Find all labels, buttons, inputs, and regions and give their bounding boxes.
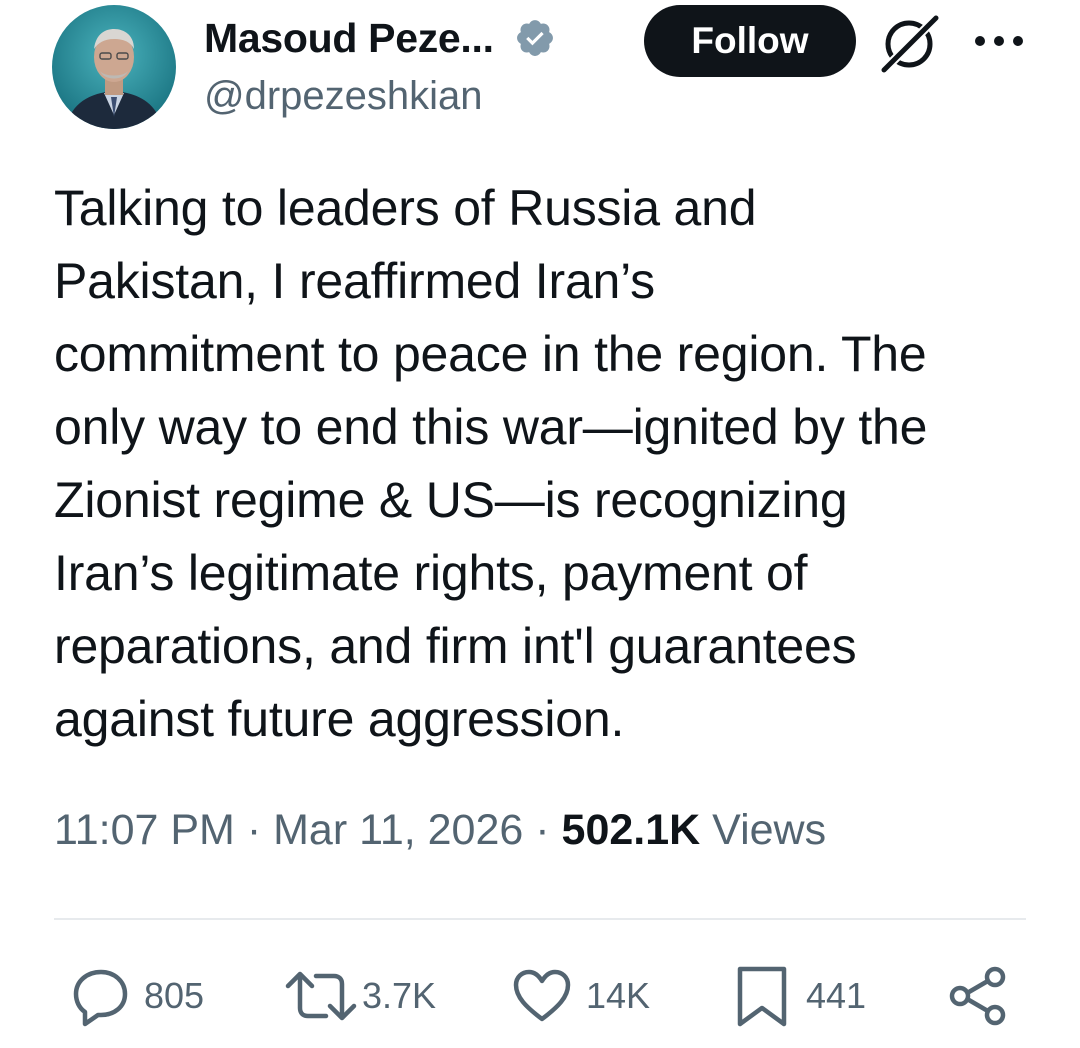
meta-separator: ·: [535, 806, 550, 854]
like-count: 14K: [586, 975, 651, 1016]
verified-badge-icon: [514, 17, 556, 59]
name-row: Masoud Peze...: [204, 10, 556, 66]
user-handle[interactable]: @drpezeshkian: [204, 74, 483, 119]
tweet-header: Masoud Peze... @drpezeshkian Follow: [0, 0, 1080, 150]
tweet-time[interactable]: 11:07 PM: [54, 806, 235, 854]
share-button[interactable]: [946, 960, 1010, 1032]
action-bar: 805 3.7K 14K 441: [0, 960, 1080, 1032]
tweet-meta: 11:07 PM · Mar 11, 2026 · 502.1K Views: [54, 806, 826, 855]
avatar[interactable]: [52, 5, 176, 129]
meta-separator: ·: [246, 806, 262, 854]
more-options-icon[interactable]: [968, 26, 1030, 56]
heart-icon: [513, 969, 571, 1022]
views-label: Views: [712, 806, 827, 854]
reply-icon: [73, 969, 128, 1027]
like-button[interactable]: 14K: [510, 960, 650, 1032]
views-count[interactable]: 502.1K: [562, 806, 701, 854]
grok-icon[interactable]: [878, 12, 942, 75]
follow-button[interactable]: Follow: [644, 5, 856, 77]
reply-count: 805: [144, 975, 205, 1016]
divider: [54, 918, 1026, 920]
share-icon: [949, 966, 1006, 1026]
tweet-date[interactable]: Mar 11, 2026: [273, 806, 523, 854]
bookmark-button[interactable]: 441: [730, 960, 866, 1032]
tweet-text: Talking to leaders of Russia and Pakista…: [54, 180, 928, 747]
repost-count: 3.7K: [362, 975, 437, 1016]
display-name[interactable]: Masoud Peze...: [204, 15, 494, 62]
bookmark-icon: [737, 966, 787, 1027]
repost-icon: [285, 971, 357, 1021]
reply-button[interactable]: 805: [68, 960, 204, 1032]
repost-button[interactable]: 3.7K: [284, 960, 436, 1032]
bookmark-count: 441: [806, 975, 867, 1016]
